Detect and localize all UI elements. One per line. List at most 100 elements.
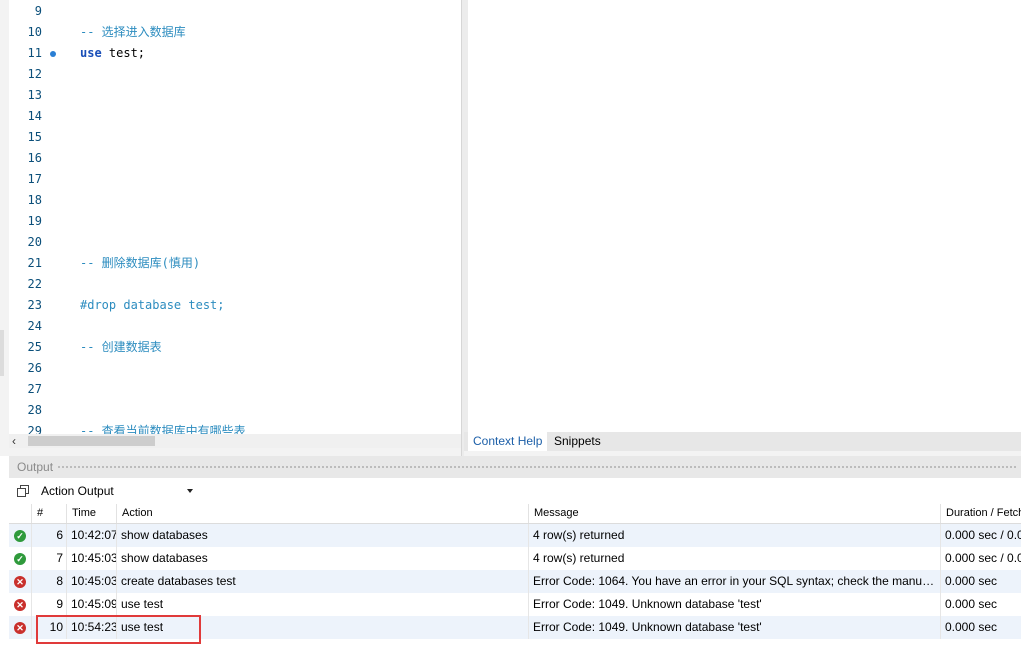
line-number: 16 [27, 151, 42, 165]
row-duration: 0.000 sec [940, 616, 1021, 639]
row-action: create databases test [116, 570, 528, 593]
line-number: 25 [27, 340, 42, 354]
line-number: 27 [27, 382, 42, 396]
row-duration: 0.000 sec [940, 593, 1021, 616]
code-line[interactable]: 9 [9, 1, 461, 22]
code-line[interactable]: 26 [9, 358, 461, 379]
code-line[interactable]: 14 [9, 106, 461, 127]
output-panel-header: Output [9, 456, 1021, 478]
row-number: 7 [31, 547, 66, 570]
table-row[interactable]: ✕ 8 10:45:03 create databases test Error Cod… [9, 570, 1021, 593]
editor-splitter[interactable] [461, 0, 468, 456]
row-time: 10:45:09 [66, 593, 116, 616]
column-header-time[interactable]: Time [66, 504, 116, 523]
code-line[interactable]: 29 -- 查看当前数据库中有哪些表 [9, 421, 461, 434]
output-drag-grip[interactable] [57, 465, 1017, 469]
code-line[interactable]: 25 -- 创建数据表 [9, 337, 461, 358]
output-type-select[interactable]: Action Output [38, 482, 195, 501]
code-line[interactable]: 15 [9, 127, 461, 148]
x-circle-icon: ✕ [14, 599, 26, 611]
row-message: Error Code: 1064. You have an error in y… [528, 570, 940, 593]
row-message: Error Code: 1049. Unknown database 'test… [528, 593, 940, 616]
row-duration: 0.000 sec / 0.000 sec [940, 524, 1021, 547]
sql-identifier: test; [101, 46, 146, 60]
code-text: -- 查看当前数据库中有哪些表 [80, 424, 246, 434]
statement-marker-icon [50, 51, 56, 57]
editor-horizontal-scrollbar[interactable]: ‹ [9, 434, 461, 448]
chevron-left-icon[interactable]: ‹ [12, 434, 22, 448]
line-number: 9 [34, 4, 42, 18]
tab-context-help[interactable]: Context Help [468, 432, 548, 451]
sql-keyword: use [80, 46, 102, 60]
code-line[interactable]: 11 use test; [9, 43, 461, 64]
code-text: use test; [80, 43, 145, 64]
row-action: show databases [116, 524, 528, 547]
line-number: 15 [27, 130, 42, 144]
line-number: 21 [27, 256, 42, 270]
row-message: Error Code: 1049. Unknown database 'test… [528, 616, 940, 639]
row-message: 4 row(s) returned [528, 547, 940, 570]
output-toolbar: Action Output [9, 478, 1021, 504]
code-line[interactable]: 27 [9, 379, 461, 400]
table-row[interactable]: ✕ 9 10:45:09 use test Error Code: 1049. Unkn… [9, 593, 1021, 616]
row-number: 10 [31, 616, 66, 639]
check-circle-icon: ✓ [14, 530, 26, 542]
tab-snippets[interactable]: Snippets [549, 432, 606, 451]
code-line[interactable]: 12 [9, 64, 461, 85]
code-text: -- 删除数据库(慎用) [80, 256, 201, 270]
status-cell: ✕ [9, 616, 31, 639]
code-line[interactable]: 18 [9, 190, 461, 211]
panel-splitter-handle[interactable] [0, 330, 4, 376]
code-text: -- 选择进入数据库 [80, 25, 186, 39]
x-circle-icon: ✕ [14, 622, 26, 634]
code-line[interactable]: 20 [9, 232, 461, 253]
code-line[interactable]: 22 [9, 274, 461, 295]
line-number: 13 [27, 88, 42, 102]
line-number: 17 [27, 172, 42, 186]
row-time: 10:45:03 [66, 547, 116, 570]
column-header-action[interactable]: Action [116, 504, 528, 523]
code-line[interactable]: 21 -- 删除数据库(慎用) [9, 253, 461, 274]
editor-footer-strip [9, 448, 461, 456]
column-header-number[interactable]: # [31, 504, 66, 523]
output-title: Output [17, 460, 54, 474]
line-number: 23 [27, 298, 42, 312]
table-row[interactable]: ✕ 10 10:54:23 use test Error Code: 1049. Unk… [9, 616, 1021, 639]
line-number: 20 [27, 235, 42, 249]
line-number: 29 [27, 424, 42, 434]
row-message: 4 row(s) returned [528, 524, 940, 547]
status-cell: ✕ [9, 593, 31, 616]
line-number: 11 [27, 46, 42, 60]
code-line[interactable]: 16 [9, 148, 461, 169]
row-time: 10:42:07 [66, 524, 116, 547]
line-number: 12 [27, 67, 42, 81]
copy-icon[interactable] [17, 485, 29, 497]
table-row[interactable]: ✓ 6 10:42:07 show databases 4 row(s) returne… [9, 524, 1021, 547]
column-header-duration[interactable]: Duration / Fetch [940, 504, 1021, 523]
row-number: 6 [31, 524, 66, 547]
line-number: 14 [27, 109, 42, 123]
row-action: use test [116, 593, 528, 616]
code-line[interactable]: 10 -- 选择进入数据库 [9, 22, 461, 43]
line-number: 24 [27, 319, 42, 333]
code-line[interactable]: 17 [9, 169, 461, 190]
scrollbar-thumb[interactable] [28, 436, 155, 446]
side-panel-tabbar: Context Help Snippets [464, 432, 1021, 451]
output-type-select-value: Action Output [41, 484, 114, 498]
check-circle-icon: ✓ [14, 553, 26, 565]
sql-editor[interactable]: 9 10 -- 选择进入数据库 11 use test; 12 13 14 15 16 17 18 19… [9, 0, 461, 434]
row-duration: 0.000 sec [940, 570, 1021, 593]
line-number: 26 [27, 361, 42, 375]
code-line[interactable]: 13 [9, 85, 461, 106]
grid-header: # Time Action Message Duration / Fetch [9, 504, 1021, 524]
code-line[interactable]: 28 [9, 400, 461, 421]
line-number: 19 [27, 214, 42, 228]
table-row[interactable]: ✓ 7 10:45:03 show databases 4 row(s) returne… [9, 547, 1021, 570]
code-line[interactable]: 24 [9, 316, 461, 337]
row-number: 8 [31, 570, 66, 593]
code-line[interactable]: 23 #drop database test; [9, 295, 461, 316]
row-action: use test [116, 616, 528, 639]
code-line[interactable]: 19 [9, 211, 461, 232]
column-header-message[interactable]: Message [528, 504, 940, 523]
status-cell: ✕ [9, 570, 31, 593]
